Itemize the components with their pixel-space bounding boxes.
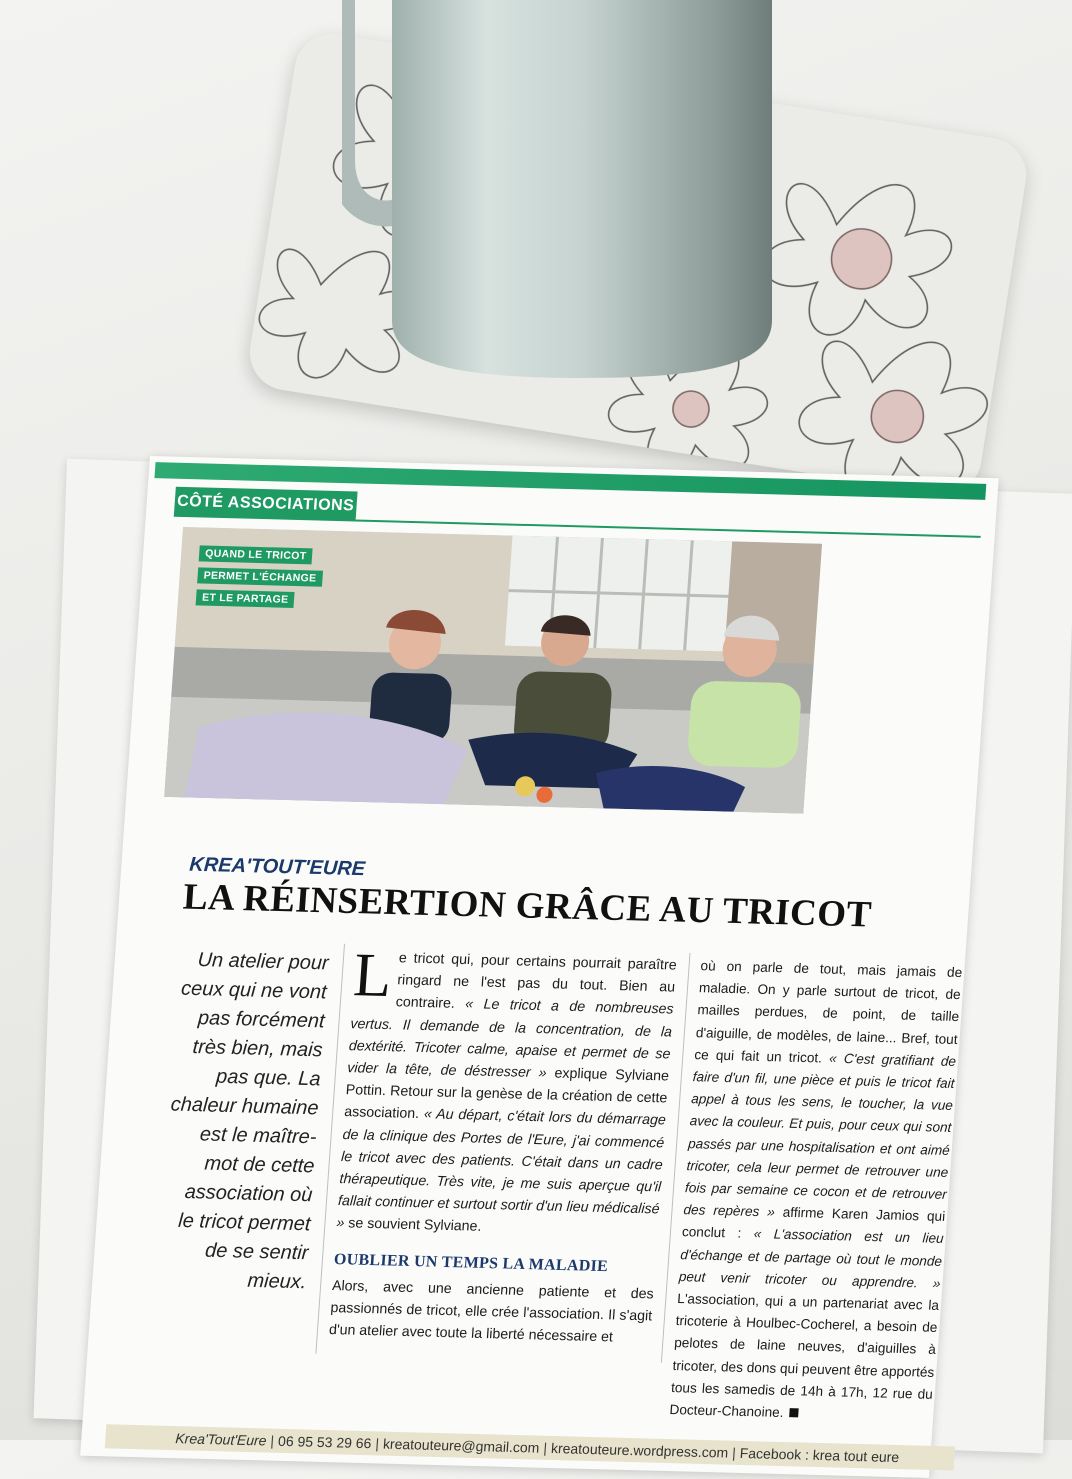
footer-email: kreatouteure@gmail.com xyxy=(382,1435,540,1456)
photo-caption-line-1: QUAND LE TRICOT xyxy=(198,545,313,565)
contact-footer: Krea'Tout'Eure | 06 95 53 29 66 | kreatouteu… xyxy=(104,1424,956,1471)
col1-paragraph-2: Alors, avec une ancienne patiente et des… xyxy=(328,1277,655,1346)
col2-text-1: où on parle de tout, mais jamais de mala… xyxy=(693,958,963,1066)
article-column-1: Le tricot qui, pour certains pourrait pa… xyxy=(328,941,677,1350)
mug xyxy=(342,0,782,390)
footer-name: Krea'Tout'Eure xyxy=(174,1430,268,1449)
magazine: CÔTÉ ASSOCIATIONS QUAND LE TRICOT PERMET… xyxy=(33,456,1072,1478)
drop-cap: L xyxy=(351,941,395,1011)
col2-text-3: L'association, qui a un partenariat avec… xyxy=(669,1291,940,1421)
footer-website: kreatouteure.wordpress.com xyxy=(550,1439,729,1461)
end-mark-icon xyxy=(789,1408,799,1418)
photo-caption-line-3: ET LE PARTAGE xyxy=(195,589,295,608)
magazine-page: CÔTÉ ASSOCIATIONS QUAND LE TRICOT PERMET… xyxy=(80,456,999,1478)
article-subhead: OUBLIER UN TEMPS LA MALADIE xyxy=(333,1250,609,1275)
col1-text-c: se souvient Sylviane. xyxy=(343,1215,482,1236)
article-headline: LA RÉINSERTION GRÂCE AU TRICOT xyxy=(181,876,874,936)
article-photo: QUAND LE TRICOT PERMET L'ÉCHANGE ET LE P… xyxy=(164,526,823,814)
col2-quote-1: « C'est gratifiant de faire d'un fil, un… xyxy=(683,1050,957,1220)
section-label: CÔTÉ ASSOCIATIONS xyxy=(173,486,358,522)
footer-facebook: Facebook : krea tout eure xyxy=(739,1444,900,1466)
footer-phone: 06 95 53 29 66 xyxy=(277,1432,372,1452)
article-column-2: où on parle de tout, mais jamais de mala… xyxy=(669,955,963,1428)
article-intro: Un atelier pour ceux qui ne vont pas for… xyxy=(170,948,330,1294)
col1-quote-2: « Au départ, c'était lors du démarrage d… xyxy=(335,1106,667,1232)
photo-caption-line-2: PERMET L'ÉCHANGE xyxy=(197,567,323,587)
